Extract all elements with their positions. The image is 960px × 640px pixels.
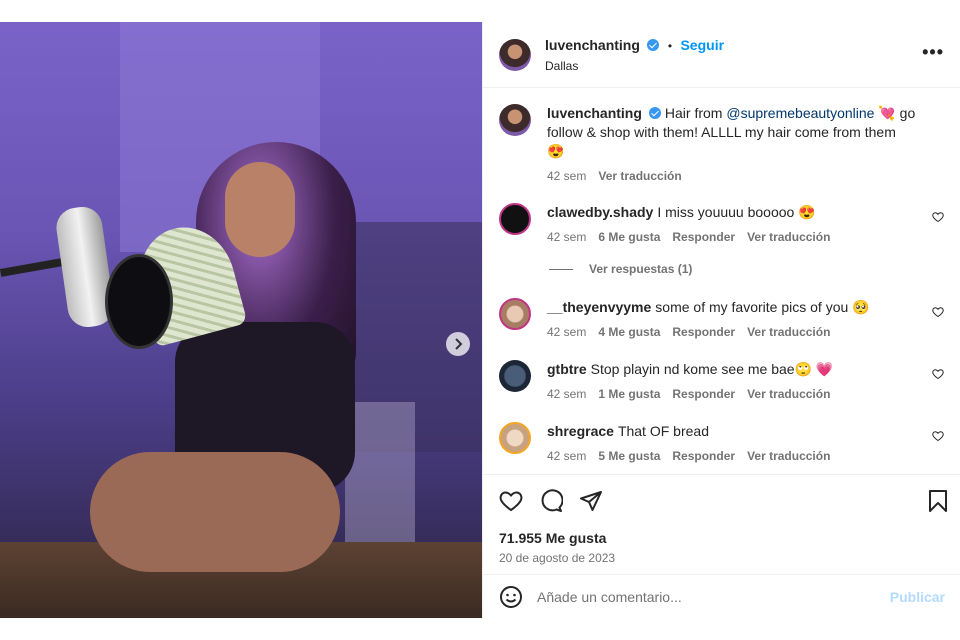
caption-text-before: Hair from [664,105,727,121]
separator: • [667,38,673,53]
avatar[interactable] [499,298,531,330]
comment-likes[interactable]: 5 Me gusta [598,449,660,463]
heart-icon[interactable] [932,368,944,380]
save-button[interactable] [928,489,948,518]
comment-time[interactable]: 42 sem [547,325,586,339]
comment-likes[interactable]: 1 Me gusta [598,387,660,401]
comment-icon [541,488,563,512]
caption: luvenchanting Hair from @supremebeautyonl… [499,104,944,183]
send-icon [580,490,602,511]
comment-likes[interactable]: 6 Me gusta [598,230,660,244]
comments-list[interactable]: luvenchanting Hair from @supremebeautyonl… [483,88,960,474]
avatar[interactable] [499,203,531,235]
add-comment-bar: Publicar [483,574,960,618]
comment-time[interactable]: 42 sem [547,230,586,244]
comment-text: That OF bread [617,423,709,439]
comment-username[interactable]: __theyenvyyme [547,299,651,315]
comment-text: some of my favorite pics of you 🥺 [655,299,870,315]
emoji-icon [500,585,522,608]
person-face [225,162,295,257]
post-date[interactable]: 20 de agosto de 2023 [483,551,960,565]
heart-icon[interactable] [932,306,944,318]
post-actions [483,474,960,526]
heart-icon [499,490,523,511]
translate-link[interactable]: Ver traducción [747,325,830,339]
comment-button[interactable] [539,488,563,513]
verified-badge-icon [647,38,660,51]
comment-likes[interactable]: 4 Me gusta [598,325,660,339]
comment-username[interactable]: shregrace [547,423,614,439]
chevron-right-icon [455,338,463,350]
bookmark-icon [929,490,947,512]
comment-time[interactable]: 42 sem [547,387,586,401]
comment-item: shregrace That OF bread 42 sem 5 Me gusta… [499,422,944,463]
post-image[interactable] [0,22,482,618]
avatar[interactable] [499,422,531,454]
emoji-button[interactable] [499,585,523,609]
avatar[interactable] [499,360,531,392]
comment-item: gtbtre Stop playin nd kome see me bae🙄 💗 … [499,360,944,401]
comment-username[interactable]: clawedby.shady [547,204,653,220]
caption-mention[interactable]: @supremebeautyonline [726,105,874,121]
reply-button[interactable]: Responder [672,387,735,401]
view-replies-label: Ver respuestas (1) [589,262,693,276]
caption-username[interactable]: luvenchanting [547,105,642,121]
heart-icon[interactable] [932,430,944,442]
translate-link[interactable]: Ver traducción [598,169,681,183]
reply-button[interactable]: Responder [672,230,735,244]
likes-count[interactable]: 71.955 Me gusta [483,530,960,546]
like-button[interactable] [499,489,523,513]
reply-button[interactable]: Responder [672,325,735,339]
pop-filter [105,254,173,349]
replies-line [549,268,573,270]
comment-username[interactable]: gtbtre [547,361,587,377]
comment-input[interactable] [537,588,890,605]
follow-button[interactable]: Seguir [680,37,724,53]
post-header: luvenchanting • Seguir Dallas ••• [483,22,960,88]
verified-badge-icon [648,107,661,119]
avatar[interactable] [499,104,531,136]
author-username[interactable]: luvenchanting [545,37,640,53]
reply-button[interactable]: Responder [672,449,735,463]
translate-link[interactable]: Ver traducción [747,230,830,244]
carousel-next-button[interactable] [446,332,470,356]
publish-button[interactable]: Publicar [890,589,945,605]
avatar[interactable] [499,38,531,71]
caption-time[interactable]: 42 sem [547,169,586,183]
location-label[interactable]: Dallas [545,59,724,73]
comment-text: Stop playin nd kome see me bae🙄 💗 [590,361,834,377]
translate-link[interactable]: Ver traducción [747,449,830,463]
heart-icon[interactable] [932,211,944,223]
share-button[interactable] [579,489,603,513]
translate-link[interactable]: Ver traducción [747,387,830,401]
comment-item: clawedby.shady I miss youuuu booooo 😍 42 … [499,203,944,244]
post-details-panel: luvenchanting • Seguir Dallas ••• luvenc… [482,22,960,618]
comment-text: I miss youuuu booooo 😍 [657,204,816,220]
view-replies-button[interactable]: Ver respuestas (1) [549,262,944,276]
person-legs [90,452,340,572]
more-icon[interactable]: ••• [922,42,944,63]
comment-item: __theyenvyyme some of my favorite pics of… [499,298,944,339]
comment-time[interactable]: 42 sem [547,449,586,463]
